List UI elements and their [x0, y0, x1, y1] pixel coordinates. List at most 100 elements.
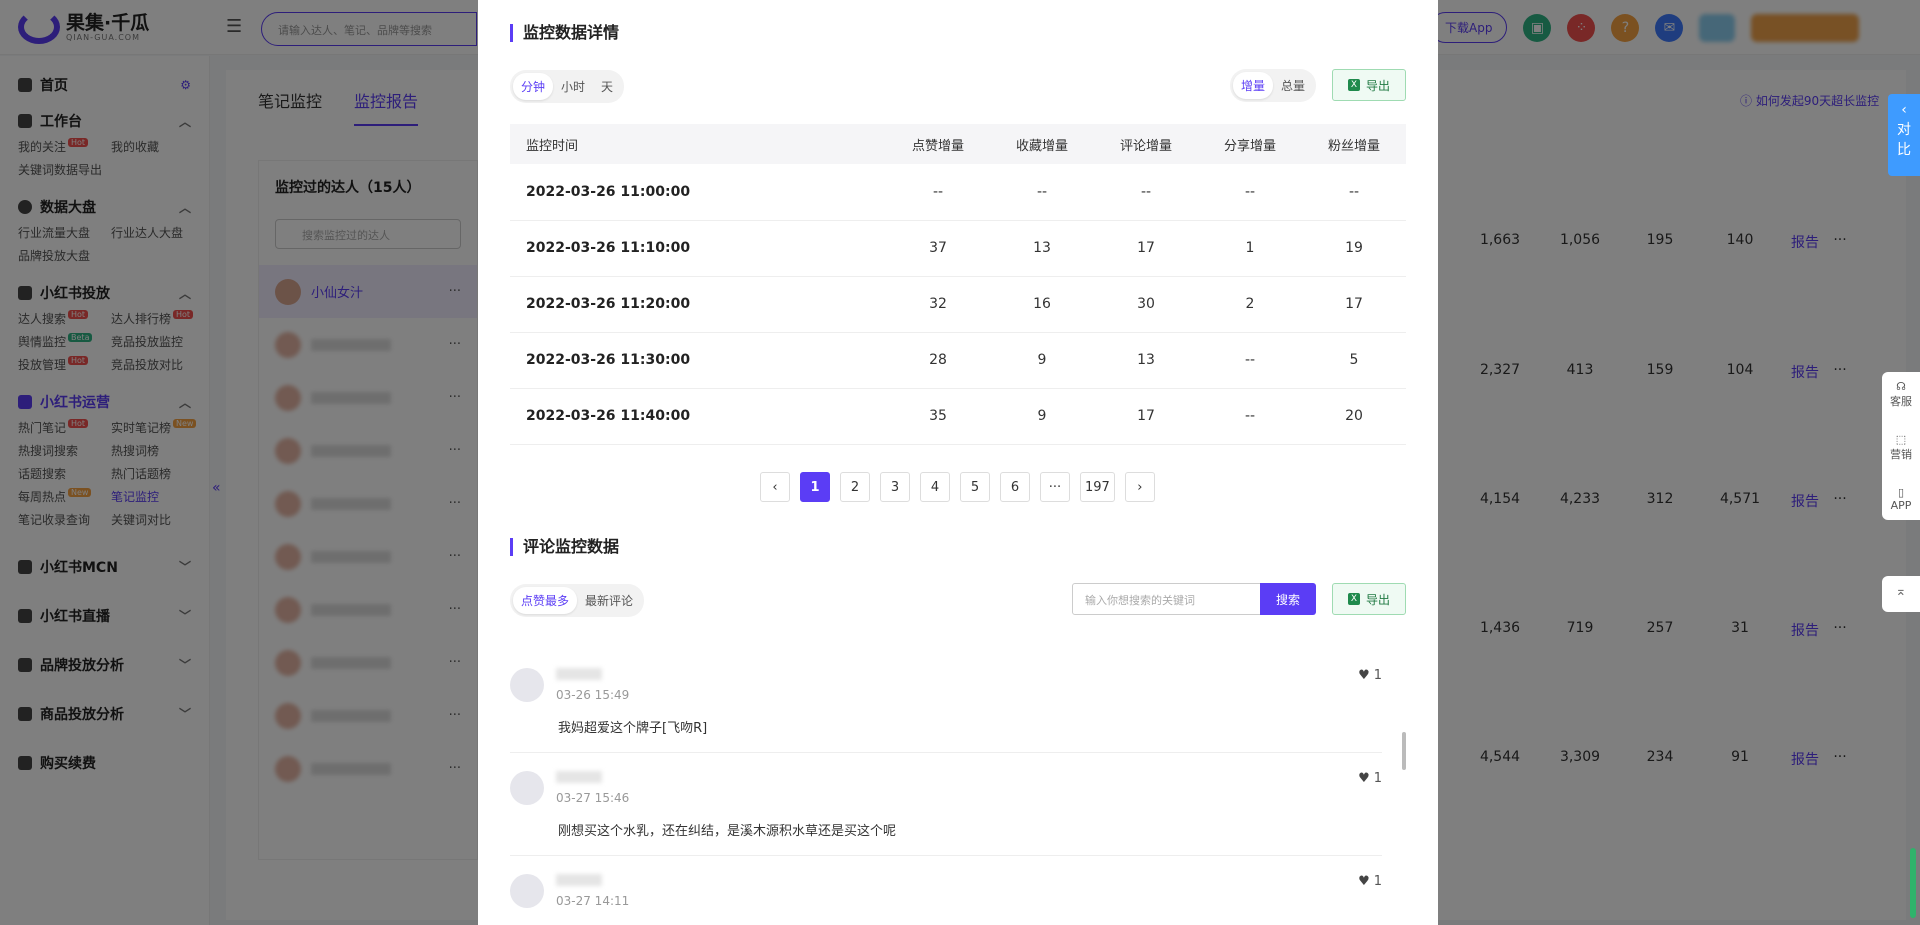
tool-label: APP	[1890, 499, 1912, 512]
avatar	[510, 771, 544, 805]
cell: 13	[990, 220, 1094, 277]
cell: --	[1302, 164, 1406, 221]
marketing-button[interactable]: ⬚ 营销	[1890, 433, 1912, 462]
service-button[interactable]: ☊ 客服	[1890, 380, 1912, 409]
cell: 2022-03-26 11:10:00	[510, 220, 886, 277]
cell: --	[1094, 164, 1198, 221]
page-button[interactable]: 2	[840, 472, 870, 502]
table-row: 2022-03-26 11:00:00 -- -- -- -- --	[510, 164, 1406, 221]
heart-icon: ♥	[1358, 874, 1370, 889]
cell: 32	[886, 276, 990, 333]
comment-item: 03-27 14:11 ♥ 1	[510, 856, 1382, 925]
comment-sort-toggle: 点赞最多 最新评论	[510, 584, 645, 617]
seg-day[interactable]: 天	[593, 73, 621, 100]
comment-list: 03-26 15:49 我妈超爱这个牌子[飞吻R] ♥ 1 03-27 15:46…	[510, 650, 1382, 925]
cell: 2022-03-26 11:40:00	[510, 388, 886, 445]
table-row: 2022-03-26 11:40:00 35 9 17 -- 20	[510, 388, 1406, 445]
col-comments: 评论增量	[1094, 124, 1198, 164]
table-row: 2022-03-26 11:30:00 28 9 13 -- 5	[510, 332, 1406, 389]
seg-hour[interactable]: 小时	[553, 73, 593, 100]
compare-button[interactable]: ‹ 对比	[1888, 94, 1920, 176]
likes-count: 1	[1373, 771, 1382, 786]
col-favs: 收藏增量	[990, 124, 1094, 164]
seg-latest[interactable]: 最新评论	[577, 587, 641, 614]
cell: 17	[1302, 276, 1406, 333]
comment-time: 03-26 15:49	[556, 688, 630, 702]
mode-toggle: 增量 总量	[1230, 69, 1317, 102]
heart-icon: ♥	[1358, 668, 1370, 683]
cell: --	[990, 164, 1094, 221]
chevron-left-icon: ‹	[1901, 102, 1907, 118]
likes-count: 1	[1373, 874, 1382, 889]
page-button[interactable]: 1	[800, 472, 830, 502]
cell: 9	[990, 332, 1094, 389]
comment-text: 我妈超爱这个牌子[飞吻R]	[558, 721, 708, 736]
cell: --	[1198, 164, 1302, 221]
table-row: 2022-03-26 11:10:00 37 13 17 1 19	[510, 220, 1406, 277]
commenter-name	[556, 874, 602, 886]
page-button[interactable]: 6	[1000, 472, 1030, 502]
export-button[interactable]: X 导出	[1332, 69, 1406, 101]
cell: 20	[1302, 388, 1406, 445]
compare-label: 对比	[1897, 122, 1911, 158]
cell: 13	[1094, 332, 1198, 389]
seg-minute[interactable]: 分钟	[513, 73, 554, 100]
tool-label: 营销	[1890, 448, 1912, 461]
commenter-name	[556, 771, 602, 783]
export-label: 导出	[1365, 592, 1390, 607]
excel-icon: X	[1347, 79, 1360, 91]
cell: 9	[990, 388, 1094, 445]
pagination: ‹ 1 2 3 4 5 6 ··· 197 ›	[760, 472, 1155, 502]
comment-likes: ♥ 1	[1358, 771, 1382, 786]
col-time: 监控时间	[510, 124, 886, 164]
comment-search-button[interactable]: 搜索	[1260, 583, 1316, 615]
comment-search-input[interactable]: 输入你想搜索的关键词	[1072, 583, 1262, 615]
likes-count: 1	[1373, 668, 1382, 683]
cell: 28	[886, 332, 990, 389]
cell: --	[1198, 388, 1302, 445]
page-button[interactable]: 197	[1080, 472, 1115, 502]
comment-item: 03-27 15:46 刚想买这个水乳，还在纠结，是溪木源积水草还是买这个呢 ♥…	[510, 753, 1382, 856]
back-to-top-icon[interactable]: ⌅	[1882, 576, 1920, 612]
page-button[interactable]: 5	[960, 472, 990, 502]
cell: 2	[1198, 276, 1302, 333]
col-shares: 分享增量	[1198, 124, 1302, 164]
comment-export-button[interactable]: X 导出	[1332, 583, 1406, 615]
next-page-icon[interactable]: ›	[1124, 472, 1155, 502]
seg-most-liked[interactable]: 点赞最多	[513, 587, 578, 614]
comment-likes: ♥ 1	[1358, 874, 1382, 889]
chart-icon: ⬚	[1895, 433, 1907, 446]
page-button[interactable]: 4	[920, 472, 950, 502]
cell: 17	[1094, 388, 1198, 445]
avatar	[510, 874, 544, 908]
cell: 2022-03-26 11:00:00	[510, 164, 886, 221]
cell: 1	[1198, 220, 1302, 277]
col-fans: 粉丝增量	[1302, 124, 1406, 164]
tool-label: 客服	[1890, 395, 1912, 408]
comment-scrollbar[interactable]	[1402, 732, 1406, 770]
comment-time: 03-27 15:46	[556, 791, 630, 805]
comment-time: 03-27 14:11	[556, 894, 630, 908]
table-row: 2022-03-26 11:20:00 32 16 30 2 17	[510, 276, 1406, 333]
page-button[interactable]: 3	[880, 472, 910, 502]
prev-page-icon[interactable]: ‹	[760, 472, 790, 502]
section-title-comments: 评论监控数据	[510, 538, 619, 556]
cell: 16	[990, 276, 1094, 333]
commenter-name	[556, 668, 602, 680]
page-ellipsis[interactable]: ···	[1040, 472, 1070, 502]
headset-icon: ☊	[1896, 380, 1906, 393]
page-scrollbar[interactable]	[1910, 848, 1916, 918]
app-button[interactable]: ▯ APP	[1891, 486, 1912, 512]
export-label: 导出	[1365, 78, 1390, 93]
cell: 35	[886, 388, 990, 445]
cell: 5	[1302, 332, 1406, 389]
comment-likes: ♥ 1	[1358, 668, 1382, 683]
monitor-detail-modal: 监控数据详情 分钟 小时 天 增量 总量 X 导出 监控时间 点赞增量 收藏增量 …	[478, 0, 1438, 925]
excel-icon: X	[1347, 593, 1360, 605]
seg-total[interactable]: 总量	[1273, 72, 1313, 99]
cell: 2022-03-26 11:30:00	[510, 332, 886, 389]
comment-item: 03-26 15:49 我妈超爱这个牌子[飞吻R] ♥ 1	[510, 650, 1382, 753]
seg-increment[interactable]: 增量	[1233, 72, 1274, 99]
cell: 30	[1094, 276, 1198, 333]
cell: 2022-03-26 11:20:00	[510, 276, 886, 333]
